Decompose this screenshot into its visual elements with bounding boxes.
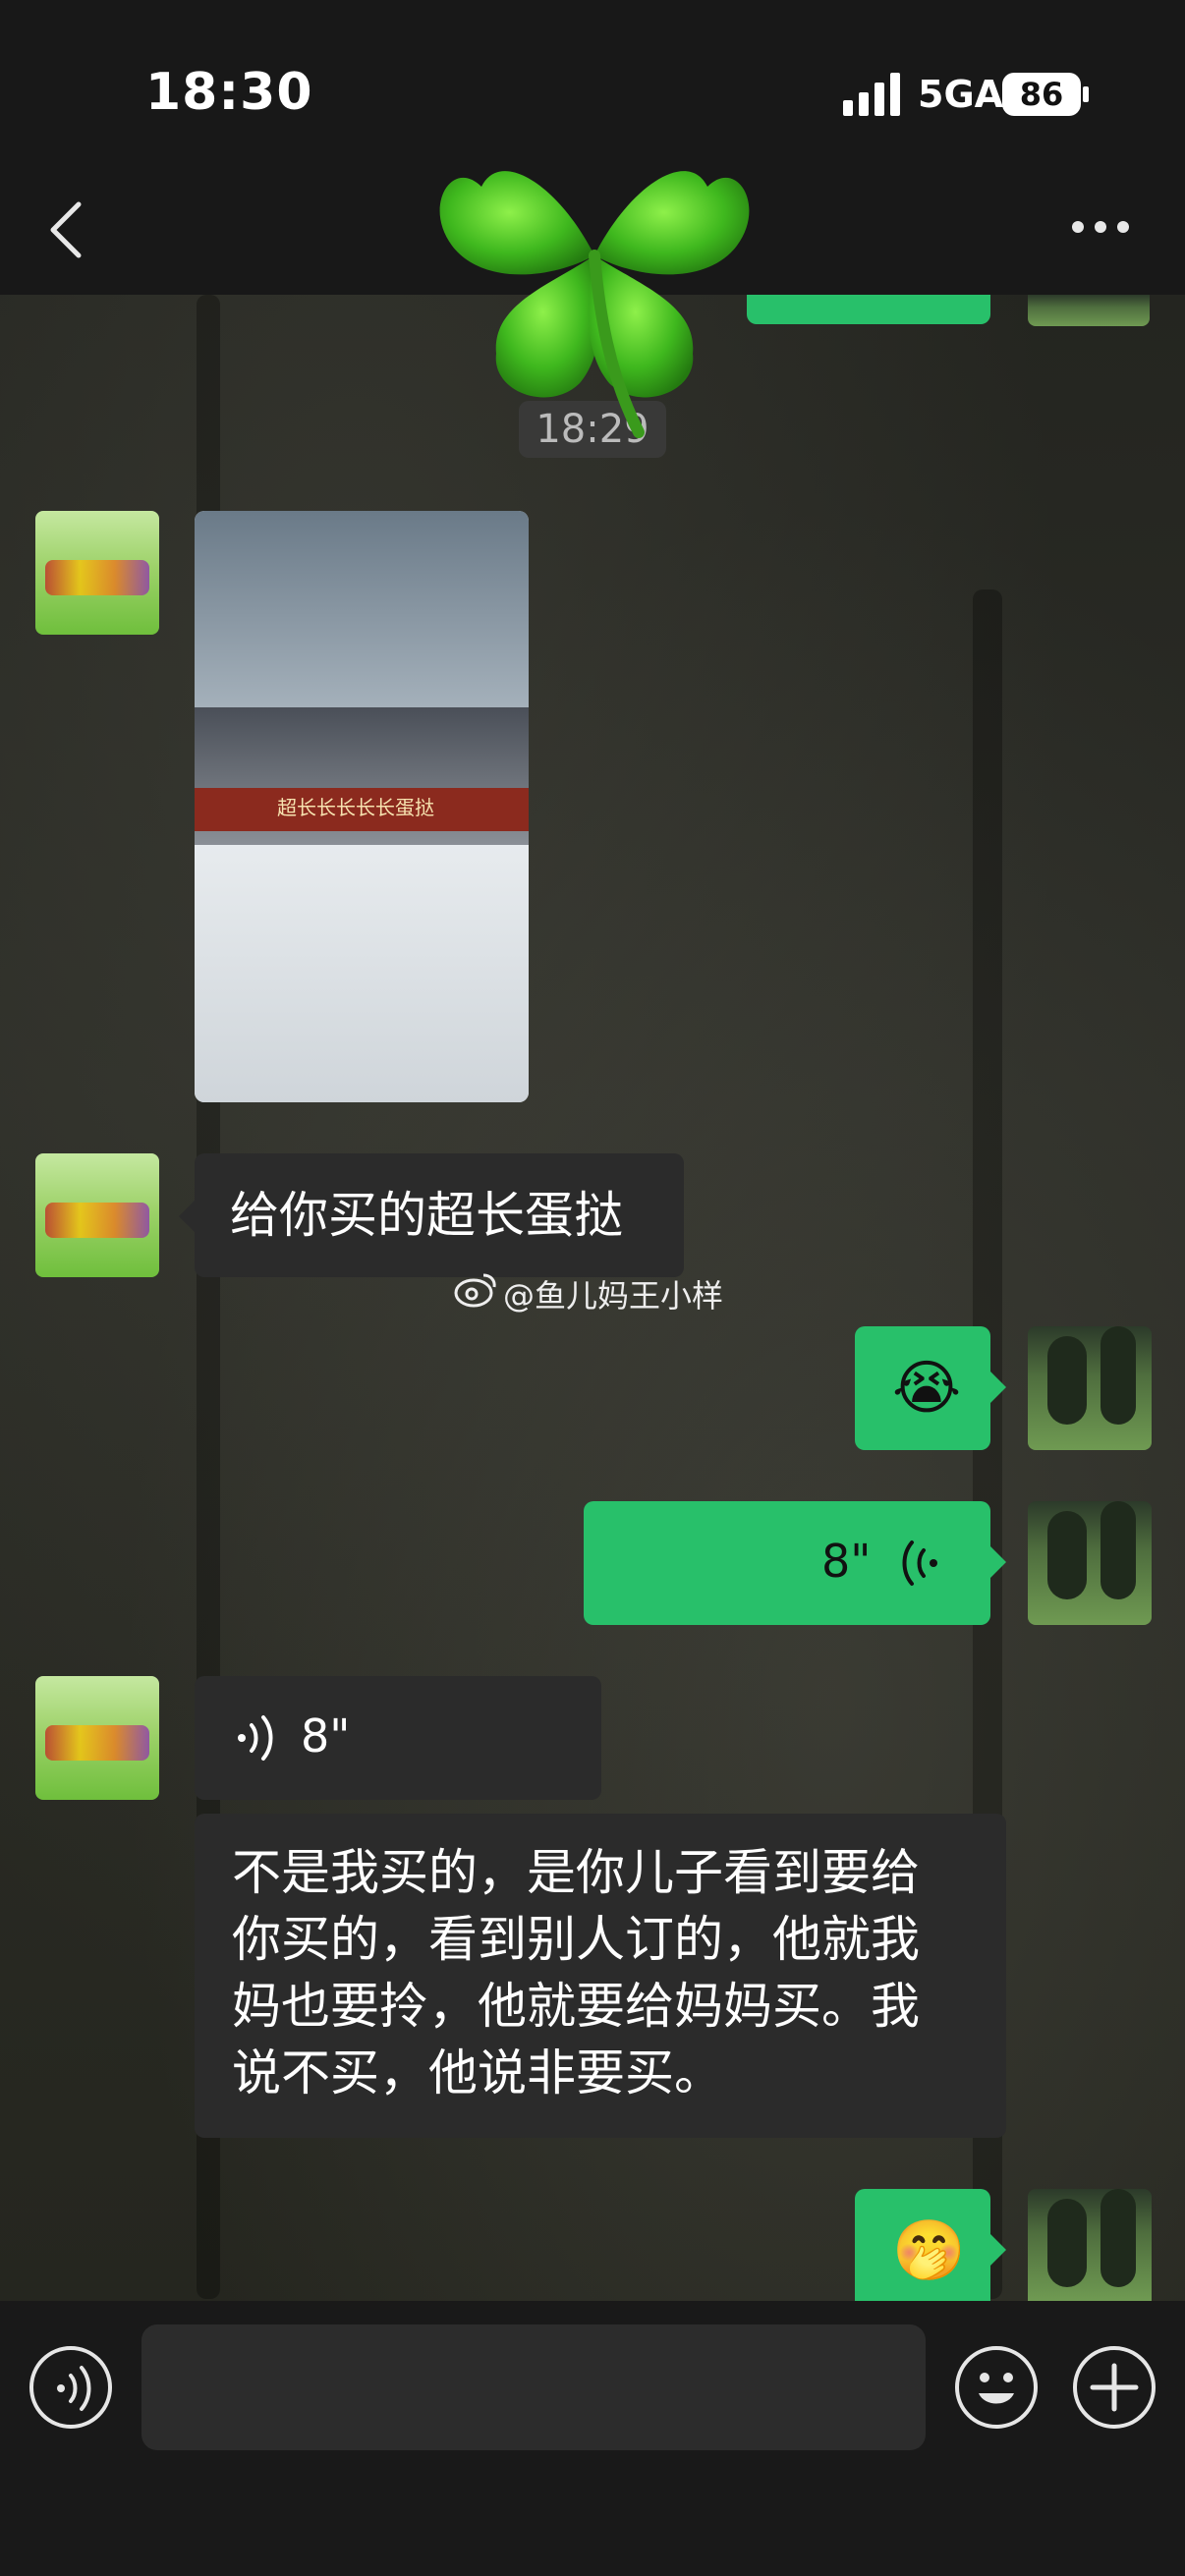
previous-message-bubble[interactable] xyxy=(747,295,990,324)
voice-wave-icon xyxy=(238,1715,273,1761)
photo-message[interactable]: 超长长长长长蛋挞 xyxy=(195,511,529,1102)
bubble-tail xyxy=(179,1201,195,1232)
bubble-tail xyxy=(990,1546,1006,1578)
avatar-figures xyxy=(45,560,149,595)
plus-icon xyxy=(1090,2363,1139,2412)
bubble-tail xyxy=(990,1372,1006,1403)
voice-message-out[interactable]: 8" xyxy=(584,1501,990,1625)
avatar-tree xyxy=(1047,1336,1087,1425)
status-time: 18:30 xyxy=(145,63,313,122)
battery-tip xyxy=(1083,86,1089,102)
watermark-text: @鱼儿妈王小样 xyxy=(503,1277,724,1315)
weibo-icon xyxy=(454,1273,496,1308)
voice-toggle-button[interactable] xyxy=(29,2346,112,2429)
photo-ceiling xyxy=(195,511,529,717)
my-avatar[interactable] xyxy=(1028,1501,1152,1625)
photo-sign-text: 超长长长长长蛋挞 xyxy=(277,796,434,819)
avatar-tree xyxy=(1100,1501,1136,1599)
voice-message-in[interactable]: 8" xyxy=(195,1676,601,1800)
avatar-tree xyxy=(1100,2189,1136,2287)
voice-transcription[interactable]: 不是我买的，是你儿子看到要给 你买的，看到别人订的，他就我 妈也要拎，他就要给妈… xyxy=(195,1814,1006,2138)
voice-icon xyxy=(57,2366,91,2411)
transcription-line: 不是我买的，是你儿子看到要给 xyxy=(232,1844,920,1901)
transcription-line: 说不买，他说非要买。 xyxy=(232,2044,723,2101)
back-icon[interactable] xyxy=(47,200,86,259)
bubble-tail xyxy=(990,2234,1006,2266)
my-avatar[interactable] xyxy=(1028,2189,1152,2301)
plus-button[interactable] xyxy=(1073,2346,1156,2429)
voice-duration: 8" xyxy=(821,1535,872,1588)
emoji-button[interactable] xyxy=(955,2346,1038,2429)
transcription-line: 妈也要拎，他就要给妈妈买。我 xyxy=(232,1978,920,2035)
more-icon[interactable] xyxy=(1071,220,1130,234)
signal-icon xyxy=(843,73,900,116)
emoji-icon xyxy=(979,2373,1014,2404)
text-message[interactable]: 给你买的超长蛋挞 xyxy=(195,1153,684,1277)
photo-floor xyxy=(195,845,529,1102)
battery-icon: 86 xyxy=(1002,73,1081,116)
my-avatar[interactable] xyxy=(1028,295,1150,326)
avatar-tree xyxy=(1047,2199,1087,2287)
avatar-tree xyxy=(1100,1326,1136,1425)
contact-avatar[interactable] xyxy=(35,511,159,635)
my-avatar[interactable] xyxy=(1028,1326,1152,1450)
avatar-tree xyxy=(1047,1511,1087,1599)
giggle-emoji-icon: 🤭 xyxy=(892,2216,966,2285)
transcription-line: 你买的，看到别人订的，他就我 xyxy=(232,1911,920,1968)
network-label: 5GA xyxy=(918,73,1004,116)
contact-avatar[interactable] xyxy=(35,1676,159,1800)
contact-avatar[interactable] xyxy=(35,1153,159,1277)
clover-sticker xyxy=(439,171,750,438)
avatar-figures xyxy=(45,1725,149,1761)
emoji-message[interactable]: 🤭 xyxy=(855,2189,990,2301)
avatar-figures xyxy=(45,1203,149,1238)
message-input[interactable] xyxy=(141,2324,926,2450)
voice-duration: 8" xyxy=(301,1709,351,1763)
emoji-message[interactable]: 😭 xyxy=(855,1326,990,1450)
crying-emoji-icon: 😭 xyxy=(892,1354,962,1423)
voice-wave-icon xyxy=(902,1540,937,1586)
